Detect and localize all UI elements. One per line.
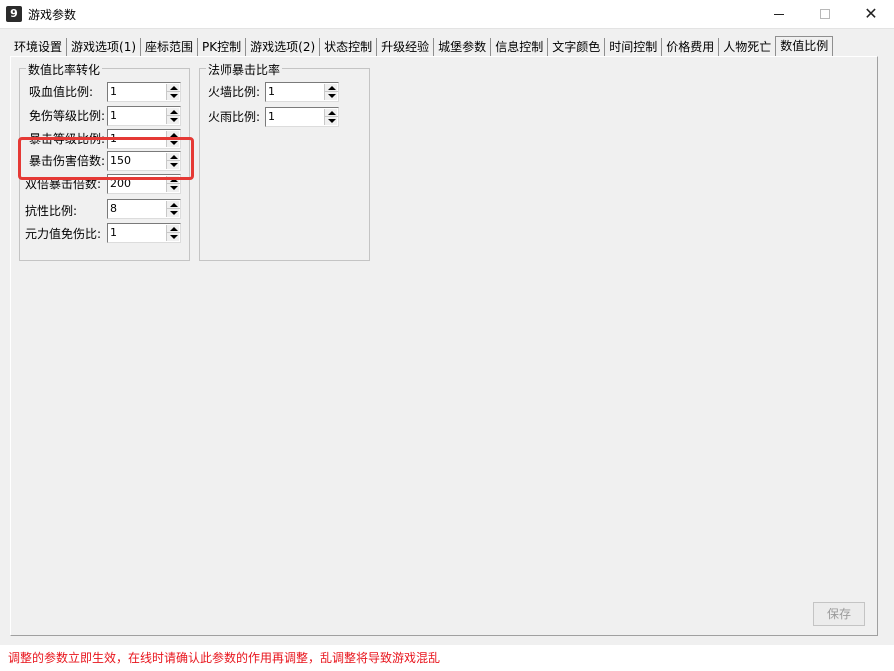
resistance-ratio-spinbox[interactable]: 8 [107,199,181,219]
close-button[interactable]: ✕ [848,0,894,28]
spinbox-value: 1 [110,226,117,239]
spin-up-button[interactable] [167,225,180,233]
group-title: 法师暴击比率 [206,61,283,78]
spinbox-value: 1 [110,85,117,98]
tab-status-control[interactable]: 状态控制 [320,38,378,57]
field-label: 抗性比例: [25,204,78,218]
field-label: 火雨比例: [208,110,261,124]
tab-strip: 环境设置 游戏选项(1) 座标范围 PK控制 游戏选项(2) 状态控制 升级经验… [10,36,834,57]
spin-up-button[interactable] [167,108,180,116]
spin-up-button[interactable] [167,201,180,209]
spin-up-button[interactable] [167,84,180,92]
tab-environment[interactable]: 环境设置 [10,38,68,57]
spin-down-button[interactable] [167,184,180,192]
spin-down-button[interactable] [167,92,180,100]
spin-down-button[interactable] [167,209,180,217]
tab-value-ratio[interactable]: 数值比例 [775,36,834,57]
close-icon: ✕ [864,4,878,23]
minimize-button[interactable] [756,0,802,28]
spin-down-button[interactable] [167,233,180,241]
tab-game-options-1[interactable]: 游戏选项(1) [67,38,142,57]
spinbox-value: 1 [268,110,275,123]
tab-level-exp[interactable]: 升级经验 [377,38,435,57]
firewall-ratio-spinbox[interactable]: 1 [265,82,339,102]
spin-down-button[interactable] [325,117,338,125]
group-title: 数值比率转化 [26,61,103,78]
field-label: 火墙比例: [208,85,261,99]
yuanli-damage-reduction-spinbox[interactable]: 1 [107,223,181,243]
maximize-icon [820,9,830,19]
app-icon: 9 [6,6,22,22]
save-button[interactable]: 保存 [813,602,865,626]
tab-message-control[interactable]: 信息控制 [491,38,549,57]
spin-down-button[interactable] [325,92,338,100]
maximize-button[interactable] [802,0,848,28]
field-label: 吸血值比例: [29,85,94,99]
title-bar: 9 游戏参数 ✕ [0,0,894,28]
field-label: 免伤等级比例: [29,109,106,123]
lifesteal-ratio-spinbox[interactable]: 1 [107,82,181,102]
minimize-icon [774,13,784,15]
tab-game-options-2[interactable]: 游戏选项(2) [246,38,321,57]
tab-coordinate-range[interactable]: 座标范围 [141,38,199,57]
spinbox-value: 1 [268,85,275,98]
tab-pk-control[interactable]: PK控制 [198,38,247,57]
spin-up-button[interactable] [325,109,338,117]
spinbox-value: 1 [110,109,117,122]
tab-castle-params[interactable]: 城堡参数 [434,38,492,57]
tab-price-fees[interactable]: 价格费用 [662,38,720,57]
tab-character-death[interactable]: 人物死亡 [719,38,775,57]
damage-reduction-level-spinbox[interactable]: 1 [107,106,181,126]
tab-text-color[interactable]: 文字颜色 [548,38,606,57]
window-title: 游戏参数 [28,8,77,22]
field-label: 元力值免伤比: [25,227,102,241]
spin-up-button[interactable] [325,84,338,92]
spinbox-value: 8 [110,202,117,215]
dialog-body: 环境设置 游戏选项(1) 座标范围 PK控制 游戏选项(2) 状态控制 升级经验… [0,28,894,645]
warning-text: 调整的参数立即生效，在线时请确认此参数的作用再调整，乱调整将导致游戏混乱 [8,651,441,665]
annotation-highlight-box [18,137,194,180]
firerain-ratio-spinbox[interactable]: 1 [265,107,339,127]
spin-down-button[interactable] [167,116,180,124]
tab-time-control[interactable]: 时间控制 [605,38,663,57]
status-bar: 调整的参数立即生效，在线时请确认此参数的作用再调整，乱调整将导致游戏混乱 [0,645,894,671]
